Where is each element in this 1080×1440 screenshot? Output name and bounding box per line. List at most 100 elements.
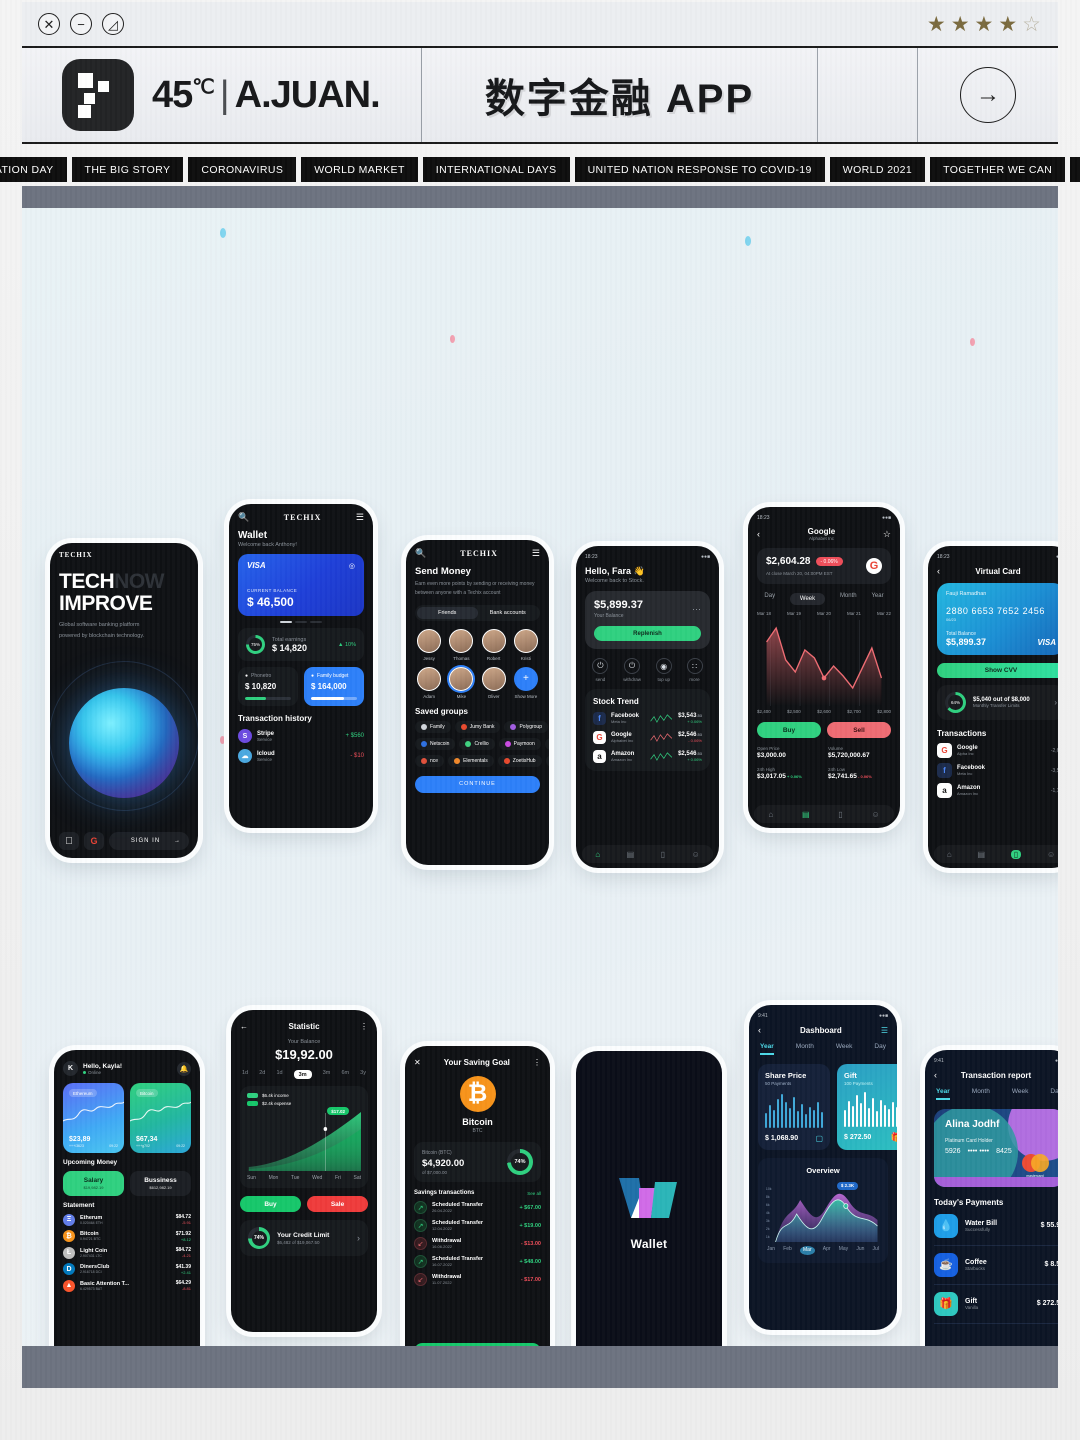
month-feb[interactable]: Feb <box>783 1246 792 1255</box>
sale-button[interactable]: Sale <box>307 1196 368 1212</box>
minimize-icon[interactable]: − <box>70 13 92 35</box>
show-cvv-button[interactable]: Show CVV <box>937 663 1058 678</box>
tab-week[interactable]: Week <box>1012 1088 1029 1100</box>
range-selector[interactable]: 1d 2d 1d 3m 3m 6m 3y <box>242 1070 366 1079</box>
friend-avatar[interactable] <box>481 666 506 691</box>
action-icon[interactable]: ◉ <box>655 658 672 674</box>
upcoming-box[interactable]: Salary $19,982.19 <box>63 1171 124 1196</box>
family-budget-card[interactable]: ● Family budget $ 164,000 <box>304 667 364 706</box>
timeframe-year[interactable]: Year <box>871 593 883 605</box>
group-chip[interactable]: Paymoon <box>498 737 541 750</box>
friend-item[interactable]: Robert <box>480 628 508 661</box>
month-mar[interactable]: Mar <box>800 1245 815 1255</box>
nav-home-icon[interactable]: ⌂ <box>768 810 773 819</box>
friend-item[interactable]: Thomas <box>447 628 475 661</box>
mastercard-card[interactable]: Alina Jodhf Platinum Card Holder 5926 ••… <box>934 1108 1058 1187</box>
tab-year[interactable]: Year <box>760 1043 774 1055</box>
nav-profile-icon[interactable]: ☺ <box>871 810 879 819</box>
range-3[interactable]: 3m <box>293 1070 312 1079</box>
nav-chart-icon[interactable]: ▤ <box>802 810 810 819</box>
friend-item[interactable]: Mike <box>447 666 475 699</box>
range-0[interactable]: 1d <box>242 1070 248 1079</box>
gift-card[interactable]: Gift 100 Payments $ 272.50 🎁 <box>837 1063 897 1150</box>
tab-week[interactable]: Week <box>836 1043 853 1055</box>
nav-tab-4[interactable]: INTERNATIONAL DAYS <box>422 157 570 182</box>
quick-action[interactable]: ⏻ withdraw <box>623 658 641 682</box>
menu-icon[interactable]: ☰ <box>532 548 540 559</box>
chevron-right-icon[interactable]: › <box>1054 698 1057 707</box>
signin-button[interactable]: SIGN IN → <box>109 832 189 850</box>
google-icon[interactable]: G <box>84 832 104 850</box>
back-icon[interactable]: ← <box>240 1022 248 1031</box>
group-chip[interactable]: GlobalNet <box>545 754 549 767</box>
group-chip[interactable]: ZoetisHub <box>497 754 542 767</box>
group-chip[interactable]: nce <box>415 754 445 767</box>
nav-tab-1[interactable]: THE BIG STORY <box>71 157 184 182</box>
total-earnings-card[interactable]: 75% Total earnings $ 14,820 ▲ 10% <box>238 628 364 661</box>
nav-card-icon[interactable]: ▯ <box>838 810 842 819</box>
tab-day[interactable]: Day <box>1050 1088 1058 1100</box>
friend-item[interactable]: Kristi <box>512 628 540 661</box>
continue-button[interactable]: CONTINUE <box>415 775 540 793</box>
see-all-link[interactable]: See all <box>527 1191 541 1196</box>
arrow-right-icon[interactable]: → <box>960 67 1016 123</box>
share-price-card[interactable]: Share Price 50 Payments $ 1,068.90 ▢ <box>758 1063 830 1150</box>
back-icon[interactable]: ‹ <box>757 529 760 539</box>
action-icon[interactable]: ∷ <box>686 658 703 674</box>
action-icon[interactable]: ⏻ <box>624 658 641 674</box>
nav-profile-icon[interactable]: ☺ <box>692 850 700 859</box>
action-icon[interactable]: ⏻ <box>592 658 609 674</box>
quick-action[interactable]: ∷ more <box>686 658 703 682</box>
buy-button[interactable]: Buy <box>757 722 821 738</box>
nav-tab-6[interactable]: WORLD 2021 <box>829 157 926 182</box>
virtual-card[interactable]: Fauji Ramadhan 2880 6653 7652 2456 06/23… <box>937 583 1058 655</box>
phonetro-card[interactable]: ● Phonetro $ 10,820 <box>238 667 298 706</box>
maximize-icon[interactable]: ◿ <box>102 13 124 35</box>
more-vertical-icon[interactable]: ⋮ <box>533 1058 541 1067</box>
nav-profile-icon[interactable]: ☺ <box>1047 850 1055 859</box>
range-5[interactable]: 6m <box>341 1070 349 1079</box>
range-6[interactable]: 3y <box>360 1070 366 1079</box>
friend-item[interactable]: Jessy <box>415 628 443 661</box>
tab-day[interactable]: Day <box>874 1043 886 1055</box>
close-icon[interactable]: ✕ <box>414 1058 421 1067</box>
credit-limit-card[interactable]: 74% Your Credit Limit $6,482 of $19,067.… <box>240 1220 368 1256</box>
friend-avatar[interactable] <box>513 628 538 653</box>
range-4[interactable]: 3m <box>323 1070 331 1079</box>
friend-avatar[interactable] <box>417 666 442 691</box>
bottom-nav[interactable]: ⌂ ▤ ▯ ☺ <box>754 805 894 823</box>
timeframe-day[interactable]: Day <box>764 593 775 605</box>
carousel-indicator[interactable] <box>238 621 364 623</box>
replenish-button[interactable]: Replenish <box>594 626 701 641</box>
friend-item[interactable]: Adam <box>415 666 443 699</box>
p3-tabs[interactable]: Friends Bank accounts <box>415 604 540 621</box>
chevron-right-icon[interactable]: › <box>357 1233 360 1243</box>
nav-chart-icon[interactable]: ▤ <box>977 850 985 859</box>
group-chip[interactable]: Isom <box>544 737 549 750</box>
sell-button[interactable]: Sell <box>827 722 891 738</box>
month-jan[interactable]: Jan <box>767 1246 775 1255</box>
month-jul[interactable]: Jul <box>873 1246 879 1255</box>
timeframe-tabs[interactable]: Day Week Month Year <box>757 593 891 605</box>
crypto-card[interactable]: Ethereum $23,89 +++/3623 09:22 <box>63 1083 124 1153</box>
transfer-limit-card[interactable]: 64% $5,040 out of $8,000 Monthly Transfe… <box>937 685 1058 720</box>
nav-tab-5[interactable]: UNITED NATION RESPONSE TO COVID-19 <box>574 157 825 182</box>
search-icon[interactable]: 🔍 <box>415 548 426 559</box>
visa-card[interactable]: VISA ◎ CURRENT BALANCE $ 46,500 <box>238 554 364 616</box>
nav-card-icon[interactable]: ▯ <box>1010 849 1022 859</box>
avatar[interactable]: K <box>63 1061 78 1076</box>
nav-card-icon[interactable]: ▯ <box>661 850 665 859</box>
star-icon[interactable]: ☆ <box>883 529 891 540</box>
bottom-nav[interactable]: ⌂ ▤ ▯ ☺ <box>582 845 713 863</box>
group-chip[interactable]: Elementals <box>448 754 494 767</box>
tab-month[interactable]: Month <box>796 1043 814 1055</box>
overview-month-labels[interactable]: Jan Feb Mar Apr May Jun Jul <box>765 1245 881 1255</box>
more-vertical-icon[interactable]: ⋮ <box>360 1022 368 1031</box>
group-chip[interactable]: Family <box>415 720 451 733</box>
more-icon[interactable]: ⋯ <box>692 604 701 615</box>
close-icon[interactable]: ✕ <box>38 13 60 35</box>
nav-tab-0[interactable]: O NATION DAY <box>0 157 67 182</box>
nav-home-icon[interactable]: ⌂ <box>595 850 600 859</box>
friend-avatar[interactable]: + <box>513 666 538 691</box>
p11-tabs[interactable]: Year Month Week Day <box>758 1043 888 1055</box>
